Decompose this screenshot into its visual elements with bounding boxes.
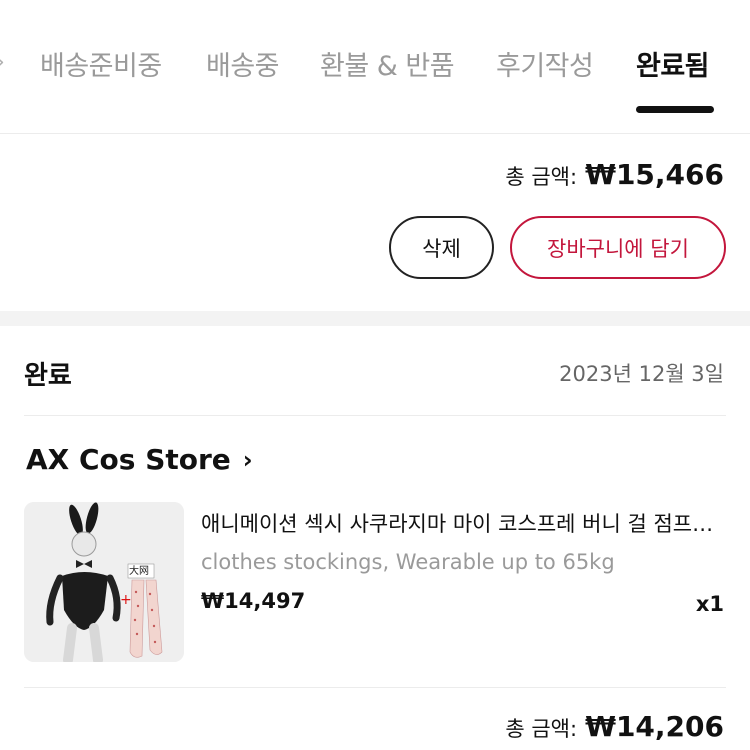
order-total: 총 금액: ₩14,206 <box>505 710 724 743</box>
product-image-label: 大网 <box>129 566 149 577</box>
status-tab-bar: › 배송준비중 배송중 환불 & 반품 후기작성 완료됨 <box>0 0 750 134</box>
chevron-right-icon: › <box>242 445 253 474</box>
order-history-page: › 배송준비중 배송중 환불 & 반품 후기작성 완료됨 총 금액: ₩15,4… <box>0 0 750 750</box>
delete-button[interactable]: 삭제 <box>389 216 494 279</box>
product-option: clothes stockings, Wearable up to 65kg <box>201 550 615 574</box>
scroll-left-icon: › <box>0 50 5 75</box>
total-value: ₩15,466 <box>585 158 724 191</box>
product-image: + <box>24 502 184 662</box>
tab-preparing[interactable]: 배송준비중 <box>40 44 162 83</box>
order-date: 2023년 12월 3일 <box>559 362 724 386</box>
svg-text:+: + <box>120 592 132 608</box>
total-label: 총 금액: <box>505 717 578 741</box>
order-status: 완료 <box>24 361 72 391</box>
add-to-cart-button[interactable]: 장바구니에 담기 <box>510 216 726 279</box>
tab-shipping[interactable]: 배송중 <box>206 44 280 83</box>
product-price: ₩14,497 <box>201 589 306 613</box>
divider <box>24 415 726 416</box>
tab-refund-return[interactable]: 환불 & 반품 <box>320 44 455 83</box>
store-name: AX Cos Store <box>26 443 231 476</box>
product-name[interactable]: 애니메이션 섹시 사쿠라지마 마이 코스프레 버니 걸 점프수트 <box>201 508 726 538</box>
active-tab-indicator <box>636 106 714 113</box>
previous-order-total: 총 금액: ₩15,466 <box>505 158 724 191</box>
total-label: 총 금액: <box>505 165 578 189</box>
tab-completed[interactable]: 완료됨 <box>636 44 710 83</box>
divider <box>24 687 726 688</box>
tab-write-review[interactable]: 후기작성 <box>496 44 594 83</box>
product-quantity: x1 <box>695 592 724 616</box>
product-thumbnail[interactable]: + 大网 <box>24 502 184 662</box>
store-link[interactable]: AX Cos Store › <box>26 443 253 476</box>
section-divider <box>0 311 750 326</box>
total-value: ₩14,206 <box>585 710 724 743</box>
